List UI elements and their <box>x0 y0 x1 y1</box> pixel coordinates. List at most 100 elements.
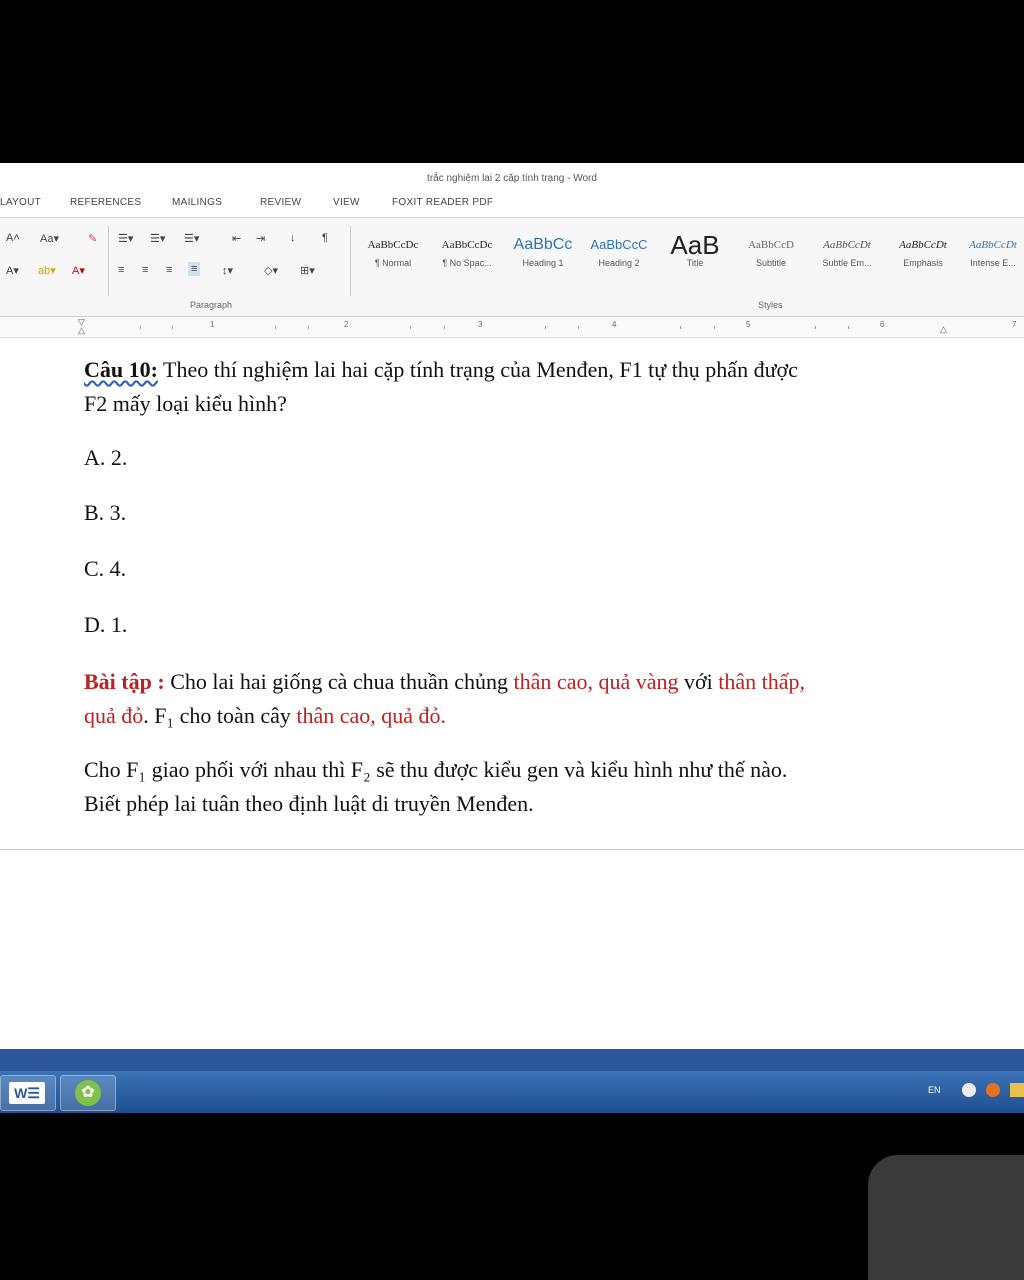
ruler-number: 7 <box>1012 320 1017 329</box>
pilcrow-icon[interactable]: ¶ <box>322 232 328 244</box>
hanging-indent-icon[interactable]: △ <box>78 325 85 336</box>
capture-app-taskbar-button[interactable]: ✿ <box>60 1075 116 1111</box>
style-sample: AaBbCcDt <box>969 239 1017 251</box>
exercise-red-3: quả đỏ <box>84 703 144 728</box>
increase-indent-icon[interactable]: ⇥ <box>256 232 265 245</box>
tab-view[interactable]: VIEW <box>333 197 360 208</box>
exercise-text-1: Cho lai hai giống cà chua thuần chủng <box>164 669 514 694</box>
style-name: Title <box>686 258 704 268</box>
exercise-text-3: . F₁ cho toàn cây <box>143 703 297 728</box>
exercise-red-2: thân thấp, <box>718 669 805 694</box>
screen: trắc nghiệm lai 2 cặp tính trạng - Word … <box>0 163 1024 1113</box>
taskbar: W☰ ✿ EN <box>0 1071 1024 1113</box>
style-normal[interactable]: AaBbCcDc ¶ Normal <box>356 232 430 276</box>
style-sample: AaBbCcDc <box>367 239 419 251</box>
option-c: C. 4. <box>84 556 127 581</box>
style-name: Heading 1 <box>522 258 564 268</box>
style-heading-1[interactable]: AaBbCc Heading 1 <box>506 232 580 276</box>
style-sample: AaBbCc <box>513 236 573 253</box>
style-emphasis[interactable]: AaBbCcDt Emphasis <box>886 232 960 276</box>
ruler[interactable]: 1 2 3 4 5 6 7 ▽ △ △ <box>0 317 1024 338</box>
ruler-number: 5 <box>746 320 751 329</box>
question-paragraph: Câu 10: Theo thí nghiệm lai hai cặp tính… <box>84 353 964 421</box>
style-name: Emphasis <box>903 258 943 268</box>
exercise-paragraph: Bài tập : Cho lai hai giống cà chua thuầ… <box>84 665 964 733</box>
style-sample: AaBbCcDt <box>899 239 947 251</box>
device-overlay <box>868 1155 1024 1280</box>
style-sample: AaBbCcDc <box>441 239 493 251</box>
line-spacing-icon[interactable]: ↕▾ <box>222 264 233 277</box>
capture-app-icon: ✿ <box>75 1080 101 1106</box>
document-margin-area[interactable] <box>0 850 1024 1048</box>
style-name: Heading 2 <box>598 258 640 268</box>
document-page[interactable]: Câu 10: Theo thí nghiệm lai hai cặp tính… <box>0 338 1024 848</box>
exercise-text-4: . <box>440 703 447 728</box>
font-color-icon[interactable]: A▾ <box>72 264 85 277</box>
sort-icon[interactable]: ↓ <box>290 232 296 244</box>
text-effects-icon[interactable]: A▾ <box>6 264 19 277</box>
ribbon: A˄ Aa▾ ✎ A▾ ab▾ A▾ ☰▾ ☰▾ ☰▾ ⇤ ⇥ ↓ ¶ ≡ ≡ … <box>0 218 1024 317</box>
tray-language[interactable]: EN <box>928 1085 941 1095</box>
style-name: ¶ Normal <box>374 258 412 268</box>
style-heading-2[interactable]: AaBbCcC Heading 2 <box>582 232 656 276</box>
ruler-number: 6 <box>880 320 885 329</box>
style-sample: AaBbCcDt <box>823 239 871 251</box>
followup-paragraph: Cho F₁ giao phối với nhau thì F₂ sẽ thu … <box>84 753 964 821</box>
ruler-number: 4 <box>612 320 617 329</box>
tray-network-icon[interactable] <box>962 1083 976 1097</box>
align-left-icon[interactable]: ≡ <box>118 264 124 276</box>
style-name: ¶ No Spac... <box>442 258 492 268</box>
tab-review[interactable]: REVIEW <box>260 197 301 208</box>
decrease-indent-icon[interactable]: ⇤ <box>232 232 241 245</box>
ruler-number: 1 <box>210 320 215 329</box>
word-app-icon: W☰ <box>9 1082 45 1104</box>
tab-references[interactable]: REFERENCES <box>70 197 141 208</box>
style-subtitle[interactable]: AaBbCcD Subtitle <box>734 232 808 276</box>
window-title: trắc nghiệm lai 2 cặp tính trạng - Word <box>0 163 1024 191</box>
align-center-icon[interactable]: ≡ <box>142 264 148 276</box>
word-taskbar-button[interactable]: W☰ <box>0 1075 56 1111</box>
change-case-icon[interactable]: Aa▾ <box>40 232 59 245</box>
question-label: Câu 10: <box>84 357 158 382</box>
clear-format-icon[interactable]: ✎ <box>88 232 97 245</box>
option-d: D. 1. <box>84 612 128 637</box>
tab-layout[interactable]: LAYOUT <box>0 197 41 208</box>
right-indent-icon[interactable]: △ <box>940 324 947 335</box>
justify-icon[interactable]: ≡ <box>188 262 201 276</box>
multilevel-list-icon[interactable]: ☰▾ <box>184 232 199 245</box>
numbering-icon[interactable]: ☰▾ <box>150 232 165 245</box>
tab-foxit[interactable]: FOXIT READER PDF <box>392 197 493 208</box>
style-name: Subtle Em... <box>822 258 872 268</box>
style-name: Subtitle <box>755 258 787 268</box>
tab-mailings[interactable]: MAILINGS <box>172 197 222 208</box>
exercise-red-4: thân cao, quả đỏ <box>296 703 441 728</box>
style-subtle-emphasis[interactable]: AaBbCcDt Subtle Em... <box>810 232 884 276</box>
exercise-text-2: với <box>678 669 719 694</box>
ruler-number: 2 <box>344 320 349 329</box>
tray-update-icon[interactable] <box>986 1083 1000 1097</box>
style-title[interactable]: AaB Title <box>658 232 732 276</box>
grow-font-icon[interactable]: A˄ <box>6 232 20 244</box>
paragraph-group-label: Paragraph <box>190 300 233 310</box>
ribbon-tabs: LAYOUT REFERENCES MAILINGS REVIEW VIEW F… <box>0 191 1024 218</box>
exercise-label: Bài tập : <box>84 669 165 694</box>
bullets-icon[interactable]: ☰▾ <box>118 232 133 245</box>
question-text-2: F2 mấy loại kiểu hình? <box>84 391 287 416</box>
style-intense-emphasis[interactable]: AaBbCcDt Intense E... <box>962 232 1024 276</box>
ruler-number: 3 <box>478 320 483 329</box>
status-bar <box>0 1049 1024 1071</box>
borders-icon[interactable]: ⊞▾ <box>300 264 315 277</box>
option-b: B. 3. <box>84 500 127 525</box>
option-a: A. 2. <box>84 445 128 470</box>
style-no-spacing[interactable]: AaBbCcDc ¶ No Spac... <box>430 232 504 276</box>
shading-icon[interactable]: ◇▾ <box>264 264 278 277</box>
highlight-icon[interactable]: ab▾ <box>38 264 56 277</box>
style-sample: AaB <box>670 232 720 258</box>
align-right-icon[interactable]: ≡ <box>166 264 172 276</box>
followup-line-2: Biết phép lai tuân theo định luật di tru… <box>84 791 534 816</box>
tray-app-icon[interactable] <box>1010 1083 1024 1097</box>
styles-group-label: Styles <box>758 300 783 310</box>
exercise-red-1: thân cao, quả vàng <box>513 669 679 694</box>
style-sample: AaBbCcC <box>590 237 648 252</box>
style-sample: AaBbCcD <box>748 239 794 251</box>
